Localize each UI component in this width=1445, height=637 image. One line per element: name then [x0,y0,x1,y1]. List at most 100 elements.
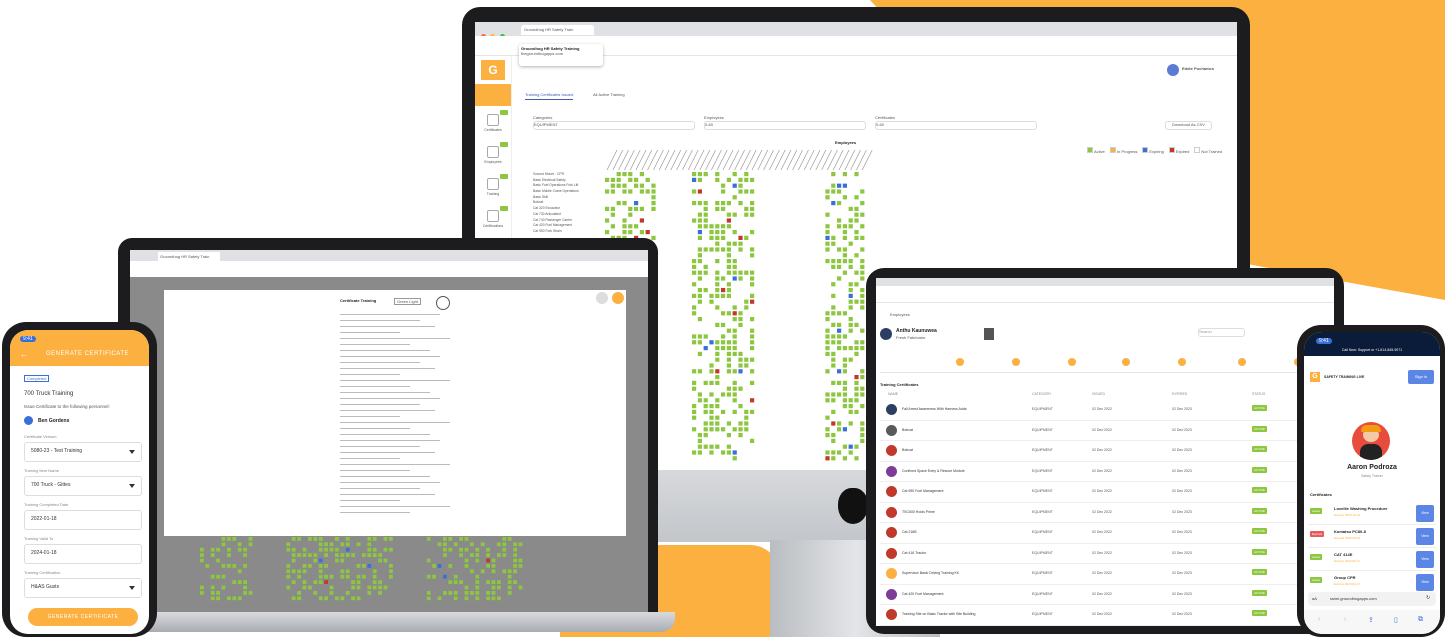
sidebar-item-icon [487,178,499,190]
view-certificate-button[interactable]: View [1416,551,1434,568]
field-input[interactable]: H&AS Gusts [24,578,142,598]
reload-icon[interactable]: ↻ [1426,595,1430,601]
user-avatar[interactable] [1167,64,1179,76]
certificate-card[interactable]: Expired Komatsu PC80-8 Expired 2022-06-01 V… [1308,527,1436,548]
matrix-cell [848,322,853,327]
training-row-labels: Ground Mount - CPR Basic Electrical Safet… [533,172,579,235]
download-preview-button[interactable] [612,292,624,304]
matrix-cell [860,224,865,229]
matrix-cell [750,409,755,414]
matrix-cell [340,558,345,563]
matrix-cell [318,569,323,574]
field-value: 700 Truck - Gittes [31,482,71,488]
matrix-cell [426,574,431,579]
table-row[interactable]: Cat 420 Fuel Management EQUIPMENT 02 Dec 2… [880,585,1330,605]
certificate-card[interactable]: Active CAT 414E Expires 2023-05-11 View [1308,550,1436,571]
share-icon[interactable]: ⇪ [1368,616,1374,624]
matrix-cell [744,177,749,182]
view-certificate-button[interactable]: View [1416,528,1434,545]
sidebar-item[interactable]: Certificates [475,110,511,142]
matrix-cell [744,409,749,414]
sidebar-active-item[interactable] [475,84,511,106]
table-row[interactable]: Cat 416 Tractor EQUIPMENT 02 Dec 2022 02 De… [880,544,1330,564]
field-input[interactable]: 2022-01-18 [24,510,142,530]
matrix-cell [709,230,714,235]
matrix-cell [854,380,859,385]
call-banner[interactable]: Call Now: Support or +1-614-845-9071 [1304,348,1440,352]
matrix-cell [860,212,865,217]
tab-all-active-training[interactable]: All Active Training [593,92,625,97]
field-input[interactable]: 5080-23 - Test Training [24,442,142,462]
certificate-card[interactable]: Active Loveille Washing Procedure Expires … [1308,504,1436,525]
matrix-cell [860,247,865,252]
back-icon[interactable]: ‹ [1318,616,1320,623]
tab-training-certificates[interactable]: Training Certificates Issued [525,92,574,100]
employees-select[interactable]: 0-60 [704,121,866,130]
close-preview-button[interactable] [596,292,608,304]
back-arrow-icon[interactable]: ← [20,350,28,359]
matrix-cell [639,230,644,235]
matrix-cell [738,421,743,426]
matrix-cell [697,369,702,374]
categories-select[interactable]: EQUIPMENT [533,121,695,130]
sidebar-item[interactable]: Employees [475,142,511,174]
text-size-button[interactable]: aA [1312,596,1317,601]
column-header-label [693,149,705,171]
matrix-cell [726,421,731,426]
bookmarks-icon[interactable]: ▯ [1394,616,1398,624]
row-name: Cat 420 Fuel Management [902,591,944,596]
row-issued: 02 Dec 2022 [1092,448,1112,452]
sidebar-item[interactable]: Certifications [475,206,511,238]
sign-in-button[interactable]: Sign in [1408,370,1434,384]
certificate-card[interactable]: Active Group CPR Expires 2023-04-17 View [1308,573,1436,594]
table-row[interactable]: TSC600 Holds Prime EQUIPMENT 02 Dec 2022 02… [880,503,1330,523]
table-row[interactable]: Training Site on Basic Tractor with Site… [880,605,1330,626]
matrix-cell [721,346,726,351]
matrix-cell [750,253,755,258]
tablet-search-input[interactable]: Search [1198,328,1245,337]
table-row[interactable]: Bobcat EQUIPMENT 02 Dec 2022 02 Dec 2023 ACT… [880,421,1330,441]
certificate-line [340,338,450,339]
matrix-cell [750,317,755,322]
matrix-cell [854,230,859,235]
progress-step-icon [956,358,964,366]
status-badge: ACTIVE [1252,405,1267,411]
generate-certificate-button[interactable]: Generate Certificate [28,608,138,626]
matrix-cell [825,230,830,235]
forward-icon[interactable]: › [1344,616,1346,623]
browser-tab[interactable]: Groundhog HR Safety Train [521,25,594,35]
matrix-cell [513,580,517,584]
matrix-cell [831,241,836,246]
table-row[interactable]: Bobcat EQUIPMENT 02 Dec 2022 02 Dec 2023 ACT… [880,441,1330,462]
view-certificate-button[interactable]: View [1416,505,1434,522]
download-csv-button[interactable]: Download As CSV [1165,121,1212,130]
table-row[interactable]: Cat 950 Fuel Management EQUIPMENT 02 Dec 2… [880,482,1330,503]
table-row[interactable]: Supervisor Basic Driving Training Kit EQU… [880,564,1330,585]
matrix-cell [738,317,743,322]
matrix-cell [518,558,523,563]
laptop-browser-tab[interactable]: Groundhog HR Safety Train [158,252,220,261]
tablet-breadcrumb[interactable]: Employees [890,312,910,317]
matrix-cell [491,569,496,574]
matrix-cell [848,305,853,310]
matrix-cell [726,253,731,258]
row-name: Bobcat [902,448,913,452]
matrix-cell [738,201,743,206]
certificate-line [340,506,450,507]
matrix-cell [848,264,853,269]
matrix-cell [854,456,859,461]
tabs-icon[interactable]: ⧉ [1418,616,1423,624]
sidebar-item[interactable]: Training [475,174,511,206]
table-row[interactable]: Fall Arrest Awareness With Harness Adds E… [880,400,1330,421]
table-row[interactable]: Cat 216B EQUIPMENT 02 Dec 2022 02 Dec 2023 A… [880,523,1330,544]
safari-address-bar[interactable]: aA ssimi.groundhogapps.com ↻ [1308,592,1436,606]
field-input[interactable]: 700 Truck - Gittes [24,476,142,496]
field-input[interactable]: 2024-01-18 [24,544,142,564]
view-certificate-button[interactable]: View [1416,574,1434,591]
status-badge: ACTIVE [1252,446,1267,452]
matrix-cell [703,224,708,229]
matrix-cell [232,596,237,601]
table-row[interactable]: Confined Space Entry & Rescue Module EQUI… [880,462,1330,482]
certificate-line [340,488,420,489]
certificates-select[interactable]: 0-60 [875,121,1037,130]
